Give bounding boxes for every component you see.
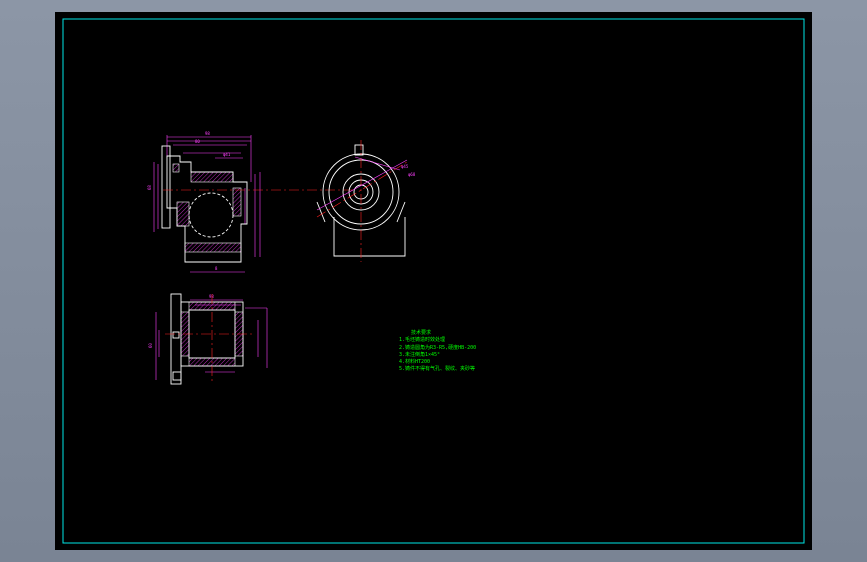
cad-drawing: 98 80 φ41 68 8 φ45 φ68 98 60 [62, 18, 805, 544]
note-line-5: 5.铸件不得有气孔、裂纹、夹砂等 [399, 366, 476, 373]
svg-text:98: 98 [205, 131, 210, 136]
svg-text:68: 68 [147, 185, 152, 190]
side-view: φ45 φ68 [316, 140, 416, 262]
note-line-2: 2.铸造圆角为R3-R5,硬度HB-200 [399, 344, 477, 351]
top-section-view: 98 60 [148, 293, 268, 385]
technical-notes: 技术要求 1.毛坯铸造时效处理 2.铸造圆角为R3-R5,硬度HB-200 3.… [399, 330, 476, 374]
front-hatching [172, 163, 242, 253]
drawing-sheet: 98 80 φ41 68 8 φ45 φ68 98 60 技术要求 1.毛坯铸造… [55, 12, 812, 550]
svg-text:80: 80 [195, 139, 200, 144]
note-line-1: 1.毛坯铸造时效处理 [399, 337, 446, 344]
drawing-frame [62, 18, 805, 544]
svg-text:60: 60 [148, 343, 153, 348]
svg-text:8: 8 [215, 266, 218, 271]
svg-text:φ41: φ41 [223, 152, 231, 157]
svg-text:φ45: φ45 [401, 164, 409, 169]
top-dimensions [155, 299, 268, 380]
svg-text:φ68: φ68 [408, 172, 416, 177]
